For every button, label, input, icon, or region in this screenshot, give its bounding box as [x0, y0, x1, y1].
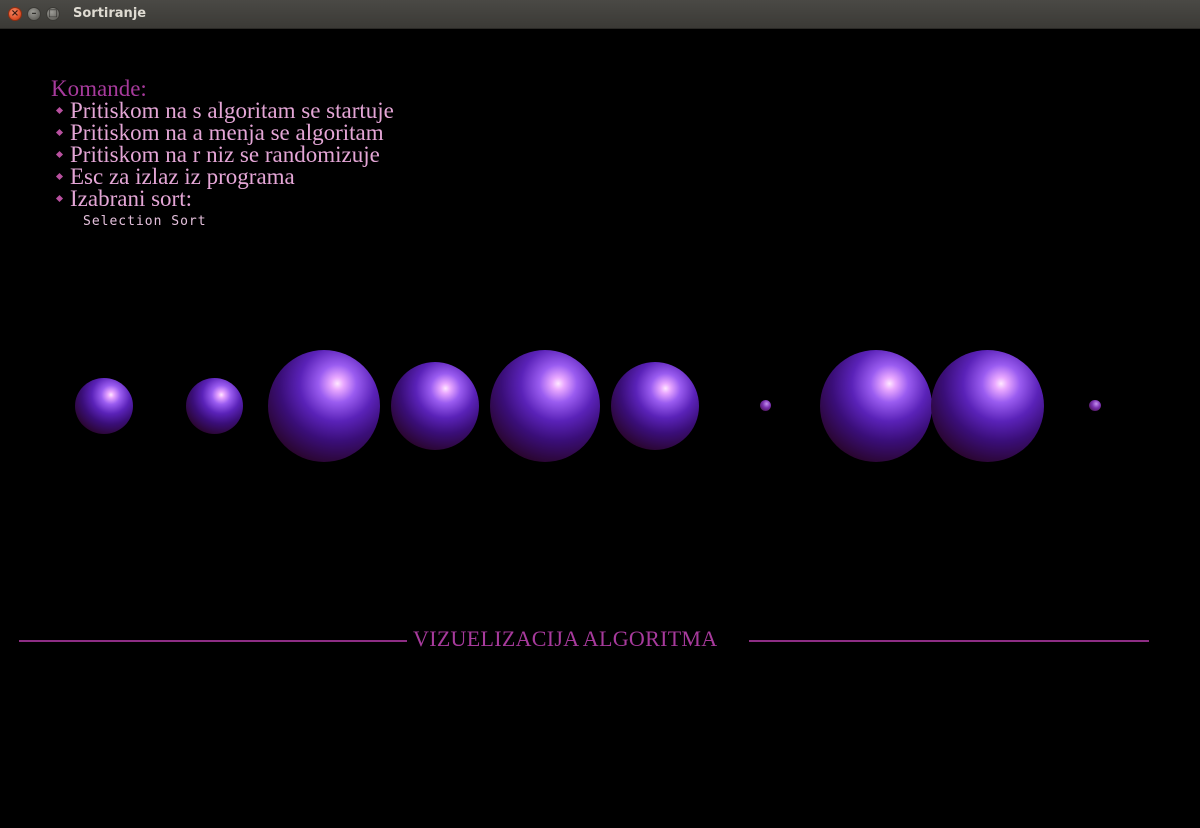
- sphere-array: [0, 0, 1200, 828]
- footer-divider-left: [19, 640, 407, 642]
- sphere: [186, 378, 243, 434]
- footer-title: VIZUELIZACIJA ALGORITMA: [413, 626, 718, 651]
- sphere: [75, 378, 133, 434]
- app-window: × – □ Sortiranje Komande: Pritiskom na s…: [0, 0, 1200, 828]
- sphere: [490, 350, 600, 462]
- footer-divider-right: [749, 640, 1149, 642]
- sphere: [760, 400, 771, 411]
- sphere: [1089, 400, 1101, 411]
- sphere: [391, 362, 479, 450]
- sphere: [268, 350, 380, 462]
- sphere: [931, 350, 1044, 462]
- sphere: [611, 362, 699, 450]
- sphere: [820, 350, 932, 462]
